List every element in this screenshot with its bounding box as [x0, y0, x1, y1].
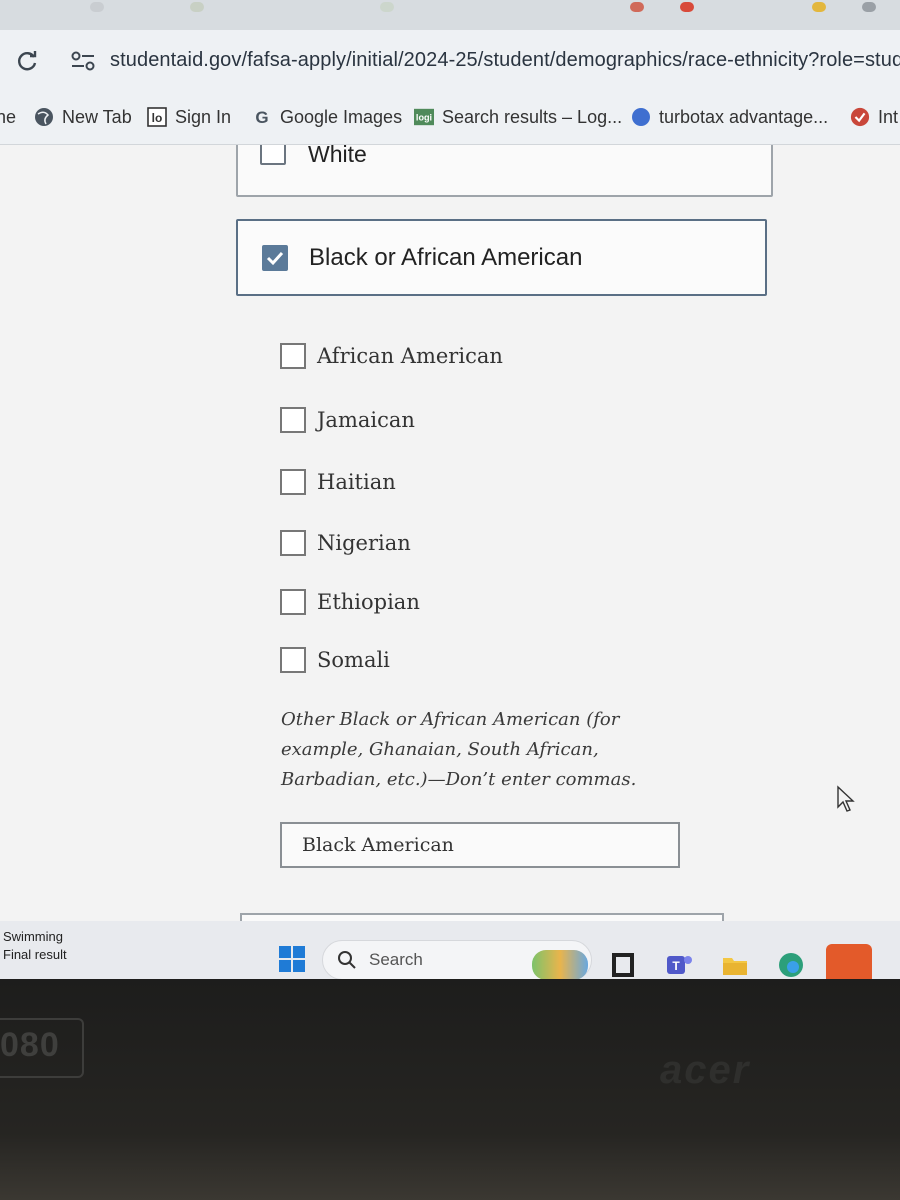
bezel-sticker-text: 080	[0, 1026, 60, 1064]
tab-favicon[interactable]	[812, 2, 826, 12]
checkbox-black-or-african-american[interactable]	[262, 245, 288, 271]
sub-option-jamaican[interactable]: Jamaican	[280, 405, 415, 435]
browser-tab-strip	[0, 0, 900, 30]
sub-option-nigerian[interactable]: Nigerian	[280, 528, 411, 558]
widget-subtitle[interactable]: Final result	[3, 947, 67, 962]
tab-favicon[interactable]	[190, 2, 204, 12]
bookmark-new-tab[interactable]: New Tab	[34, 103, 132, 131]
page-content: White Black or African American African …	[0, 145, 900, 921]
checkbox-jamaican[interactable]	[280, 407, 306, 433]
tab-favicon[interactable]	[862, 2, 876, 12]
checkbox-ethiopian[interactable]	[280, 589, 306, 615]
sub-option-label: African American	[317, 344, 503, 368]
sub-option-african-american[interactable]: African American	[280, 341, 503, 371]
mouse-pointer-icon	[837, 785, 855, 812]
windows-start-icon[interactable]	[278, 945, 306, 973]
option-label-black-or-african-american: Black or African American	[309, 244, 583, 271]
check-badge-icon	[850, 107, 870, 127]
svg-text:lo: lo	[152, 111, 163, 125]
race-option-white[interactable]: White	[236, 145, 773, 197]
bookmark-label: Sign In	[175, 106, 232, 127]
bookmark-sign-in[interactable]: lo Sign In	[147, 103, 231, 131]
bookmark-label: Google Images	[280, 106, 403, 127]
sub-option-label: Ethiopian	[317, 590, 420, 614]
tab-favicon[interactable]	[380, 2, 394, 12]
other-black-or-african-american-input[interactable]	[280, 822, 680, 868]
laptop-bezel	[0, 979, 900, 1200]
checkbox-somali[interactable]	[280, 647, 306, 673]
checkbox-haitian[interactable]	[280, 469, 306, 495]
widget-title[interactable]: Swimming	[3, 929, 63, 944]
google-icon: G	[252, 107, 272, 127]
blue-circle-icon	[631, 107, 651, 127]
sub-option-label: Somali	[317, 648, 390, 672]
bookmark-search-results[interactable]: logi Search results – Log...	[414, 103, 622, 131]
sub-option-label: Jamaican	[317, 408, 415, 432]
checkbox-white[interactable]	[260, 145, 286, 165]
sub-option-ethiopian[interactable]: Ethiopian	[280, 587, 420, 617]
file-explorer-icon[interactable]	[720, 950, 750, 980]
taskbar-search-placeholder: Search	[369, 950, 423, 969]
tab-favicon[interactable]	[680, 2, 694, 12]
bookmark-int[interactable]: Int	[850, 103, 898, 131]
bookmark-item[interactable]: ne	[0, 103, 16, 131]
bookmark-label: turbotax advantage...	[659, 106, 829, 127]
terminal-app-icon[interactable]	[608, 950, 638, 980]
bookmark-google-images[interactable]: G Google Images	[252, 103, 402, 131]
option-label-white: White	[308, 145, 367, 167]
sub-option-somali[interactable]: Somali	[280, 645, 390, 675]
sub-option-haitian[interactable]: Haitian	[280, 467, 396, 497]
laptop-brand-logo: acer	[660, 1048, 751, 1092]
teams-icon[interactable]: T	[664, 950, 694, 980]
address-bar-url[interactable]: studentaid.gov/fafsa-apply/initial/2024-…	[110, 49, 900, 72]
bookmark-turbotax[interactable]: turbotax advantage...	[631, 103, 828, 131]
checkbox-nigerian[interactable]	[280, 530, 306, 556]
checkbox-african-american[interactable]	[280, 343, 306, 369]
sub-option-label: Haitian	[317, 470, 396, 494]
other-field-hint: Other Black or African American (for exa…	[281, 705, 681, 795]
svg-text:logi: logi	[416, 113, 432, 123]
logo-icon: logi	[414, 107, 434, 127]
checkmark-icon	[266, 251, 284, 266]
widgets-icon[interactable]	[532, 950, 588, 980]
edge-browser-icon[interactable]	[776, 950, 806, 980]
next-option-card[interactable]	[240, 913, 724, 921]
bookmark-label: ne	[0, 106, 17, 127]
hint-line: example, Ghanaian, South African,	[281, 739, 599, 760]
hint-line: Other Black or African American (for	[281, 709, 620, 730]
tab-favicon[interactable]	[630, 2, 644, 12]
lo-logo-icon: lo	[147, 107, 167, 127]
svg-text:G: G	[255, 108, 268, 127]
sub-option-label: Nigerian	[317, 531, 411, 555]
bookmark-label: New Tab	[62, 106, 132, 127]
site-info-icon[interactable]	[70, 50, 96, 72]
svg-text:T: T	[672, 959, 680, 973]
hint-line: Barbadian, etc.)—Don’t enter commas.	[281, 769, 637, 790]
race-option-black-or-african-american[interactable]: Black or African American	[236, 219, 767, 296]
bookmark-label: Search results – Log...	[442, 106, 623, 127]
globe-icon	[34, 107, 54, 127]
bookmark-label: Int	[878, 106, 899, 127]
search-icon	[338, 951, 356, 969]
reload-icon[interactable]	[14, 48, 40, 74]
tab-favicon[interactable]	[90, 2, 104, 12]
